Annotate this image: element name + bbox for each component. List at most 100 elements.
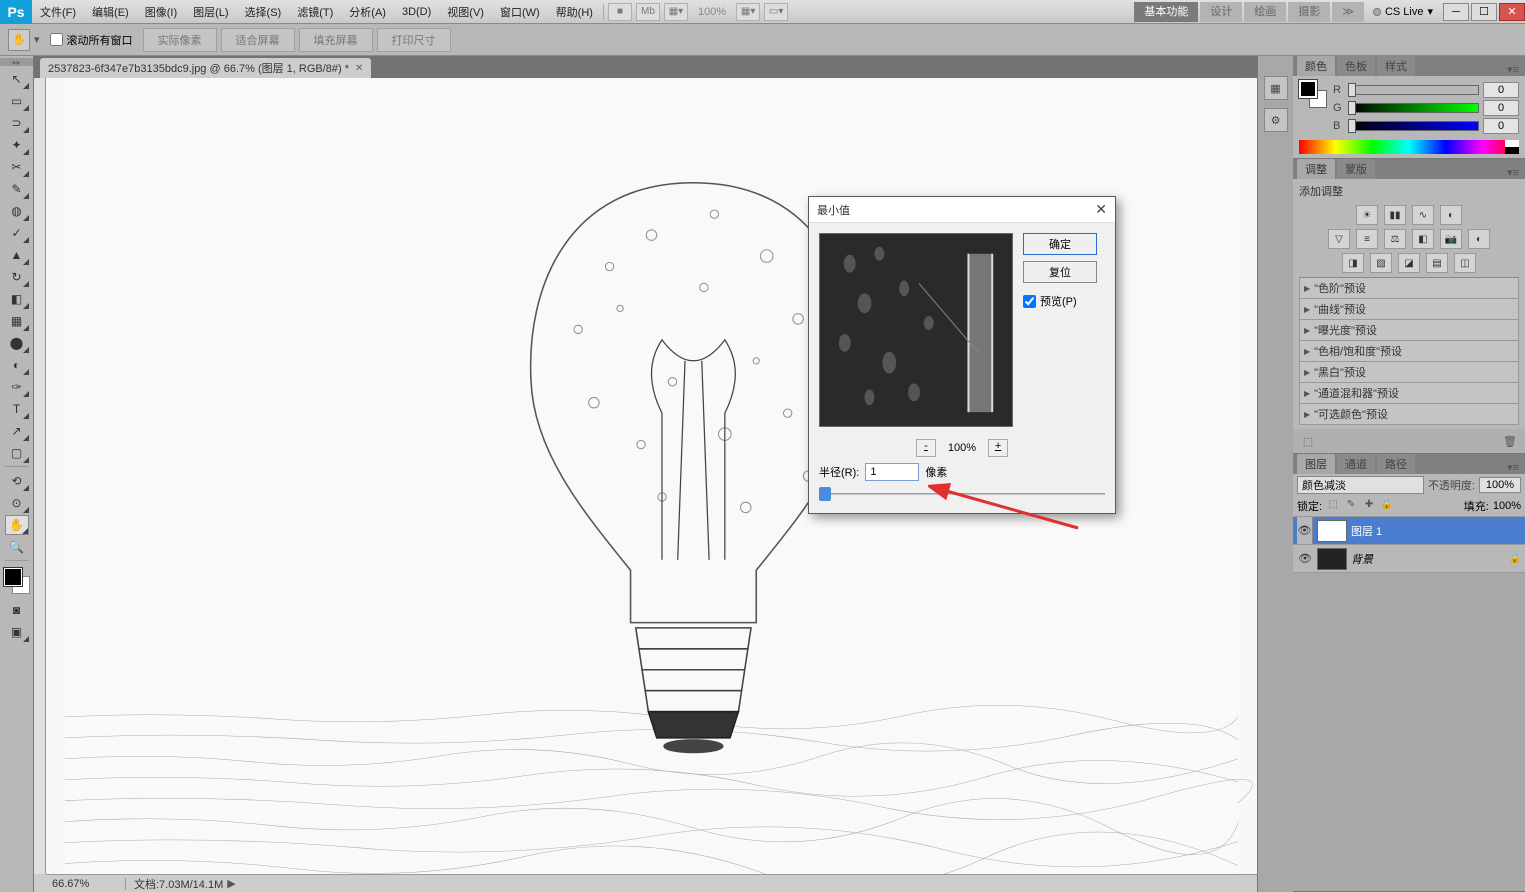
tab-layers[interactable]: 图层 [1297,454,1335,474]
zoom-out-icon[interactable]: - [916,439,936,457]
hue-icon[interactable]: ≡ [1356,229,1378,249]
panel-menu-icon[interactable]: ▾≡ [1501,461,1525,474]
hand-tool-icon[interactable]: ✋ [5,515,29,535]
opacity-value[interactable]: 100% [1479,477,1521,493]
quickmask-tool-icon[interactable]: ◙ [5,600,29,620]
color-swatch[interactable] [4,568,30,594]
zoom-tool-icon[interactable]: 🔍 [5,537,29,557]
preset-selective[interactable]: ▶"可选颜色"预设 [1299,404,1519,425]
brush-tool-icon[interactable]: ✓ [5,223,29,243]
menu-window[interactable]: 窗口(W) [492,4,548,20]
ok-button[interactable]: 确定 [1023,233,1097,255]
invert-icon[interactable]: ◨ [1342,253,1364,273]
move-tool-icon[interactable]: ↖ [5,69,29,89]
menu-3d[interactable]: 3D(D) [394,6,439,18]
wand-tool-icon[interactable]: ✦ [5,135,29,155]
document-tab[interactable]: 2537823-6f347e7b3135bdc9.jpg @ 66.7% (图层… [40,58,371,78]
window-minimize-icon[interactable]: ─ [1443,3,1469,21]
tab-paths[interactable]: 路径 [1377,454,1415,474]
fill-screen-button[interactable]: 填充屏幕 [299,28,373,52]
tab-swatches[interactable]: 色板 [1337,56,1375,76]
preset-hue[interactable]: ▶"色相/饱和度"预设 [1299,341,1519,362]
preview-checkbox-row[interactable]: 预览(P) [1023,293,1097,309]
brightness-icon[interactable]: ☀ [1356,205,1378,225]
gradient-map-icon[interactable]: ▤ [1426,253,1448,273]
actual-pixels-button[interactable]: 实际像素 [143,28,217,52]
fit-screen-button[interactable]: 适合屏幕 [221,28,295,52]
dodge-tool-icon[interactable]: ◐ [5,355,29,375]
panel-menu-icon[interactable]: ▾≡ [1501,63,1525,76]
layer-name[interactable]: 背景 [1351,551,1505,567]
tab-masks[interactable]: 蒙版 [1337,159,1375,179]
status-more-icon[interactable]: ▶ [227,877,235,890]
blend-mode-select[interactable]: 颜色减淡 [1297,476,1424,494]
close-tab-icon[interactable]: ✕ [355,63,363,74]
preset-levels[interactable]: ▶"色阶"预设 [1299,278,1519,299]
screen-mode-icon[interactable]: ▭▾ [764,3,788,21]
pen-tool-icon[interactable]: ✑ [5,377,29,397]
stamp-tool-icon[interactable]: ▲ [5,245,29,265]
dialog-close-icon[interactable]: ✕ [1095,201,1107,218]
mixer-icon[interactable]: ◐ [1468,229,1490,249]
channel-r-value[interactable]: 0 [1483,82,1519,98]
window-maximize-icon[interactable]: ☐ [1471,3,1497,21]
adjust-expand-icon[interactable]: ⬚ [1299,433,1317,449]
layer-visibility-icon[interactable]: 👁 [1297,517,1313,544]
preset-mixer[interactable]: ▶"通道混和器"预设 [1299,383,1519,404]
preview-checkbox[interactable] [1023,295,1036,308]
scroll-all-windows-checkbox[interactable]: 滚动所有窗口 [44,32,139,48]
eyedropper-tool-icon[interactable]: ✎ [5,179,29,199]
cslive-button[interactable]: CS Live ▾ [1365,3,1441,20]
menu-select[interactable]: 选择(S) [237,4,290,20]
type-tool-icon[interactable]: T [5,399,29,419]
curves-icon[interactable]: ∿ [1412,205,1434,225]
tab-adjust[interactable]: 调整 [1297,159,1335,179]
layer-row-1[interactable]: 👁 图层 1 [1293,517,1525,545]
levels-icon[interactable]: ▮▮ [1384,205,1406,225]
exposure-icon[interactable]: ◐ [1440,205,1462,225]
marquee-tool-icon[interactable]: ▭ [5,91,29,111]
menu-help[interactable]: 帮助(H) [548,4,601,20]
path-select-tool-icon[interactable]: ↗ [5,421,29,441]
fill-value[interactable]: 100% [1493,500,1521,512]
zoom-display[interactable]: 100% [690,6,734,18]
tab-styles[interactable]: 样式 [1377,56,1415,76]
layer-row-bg[interactable]: 👁 背景 🔒 [1293,545,1525,573]
channel-b-value[interactable]: 0 [1483,118,1519,134]
fg-color-icon[interactable] [4,568,22,586]
eraser-tool-icon[interactable]: ◧ [5,289,29,309]
workspace-painting[interactable]: 绘画 [1244,2,1286,22]
photo-filter-icon[interactable]: 📷 [1440,229,1462,249]
crop-tool-icon[interactable]: ✂ [5,157,29,177]
color-ramp[interactable] [1299,140,1519,154]
radius-slider-handle[interactable] [819,487,831,501]
3d-rotate-tool-icon[interactable]: ⟲ [5,471,29,491]
window-close-icon[interactable]: ✕ [1499,3,1525,21]
workspace-more[interactable]: ≫ [1332,2,1364,22]
channel-g-value[interactable]: 0 [1483,100,1519,116]
preset-exposure[interactable]: ▶"曝光度"预设 [1299,320,1519,341]
preset-curves[interactable]: ▶"曲线"预设 [1299,299,1519,320]
vibrance-icon[interactable]: ▽ [1328,229,1350,249]
bw-icon[interactable]: ◧ [1412,229,1434,249]
lock-all-icon[interactable]: 🔒 [1380,499,1394,513]
arrange-docs-icon[interactable]: ▦▾ [736,3,760,21]
dialog-titlebar[interactable]: 最小值 ✕ [809,197,1115,223]
adjust-trash-icon[interactable]: 🗑 [1501,433,1519,449]
panel-color-swatch[interactable] [1299,80,1327,108]
layer-name[interactable]: 图层 1 [1351,523,1521,539]
scroll-all-checkbox[interactable] [50,33,63,46]
menu-analysis[interactable]: 分析(A) [341,4,394,20]
status-zoom[interactable]: 66.67% [46,878,126,890]
layer-thumb[interactable] [1317,548,1347,570]
menu-file[interactable]: 文件(F) [32,4,84,20]
menu-edit[interactable]: 编辑(E) [84,4,137,20]
blur-tool-icon[interactable]: ⬤ [5,333,29,353]
balance-icon[interactable]: ⚖ [1384,229,1406,249]
workspace-essentials[interactable]: 基本功能 [1134,2,1198,22]
workspace-design[interactable]: 设计 [1200,2,1242,22]
menu-layer[interactable]: 图层(L) [185,4,236,20]
status-doc-info[interactable]: 文档:7.03M/14.1M [126,876,223,892]
layer-visibility-icon[interactable]: 👁 [1297,552,1313,565]
lock-trans-icon[interactable]: ⬚ [1326,499,1340,513]
